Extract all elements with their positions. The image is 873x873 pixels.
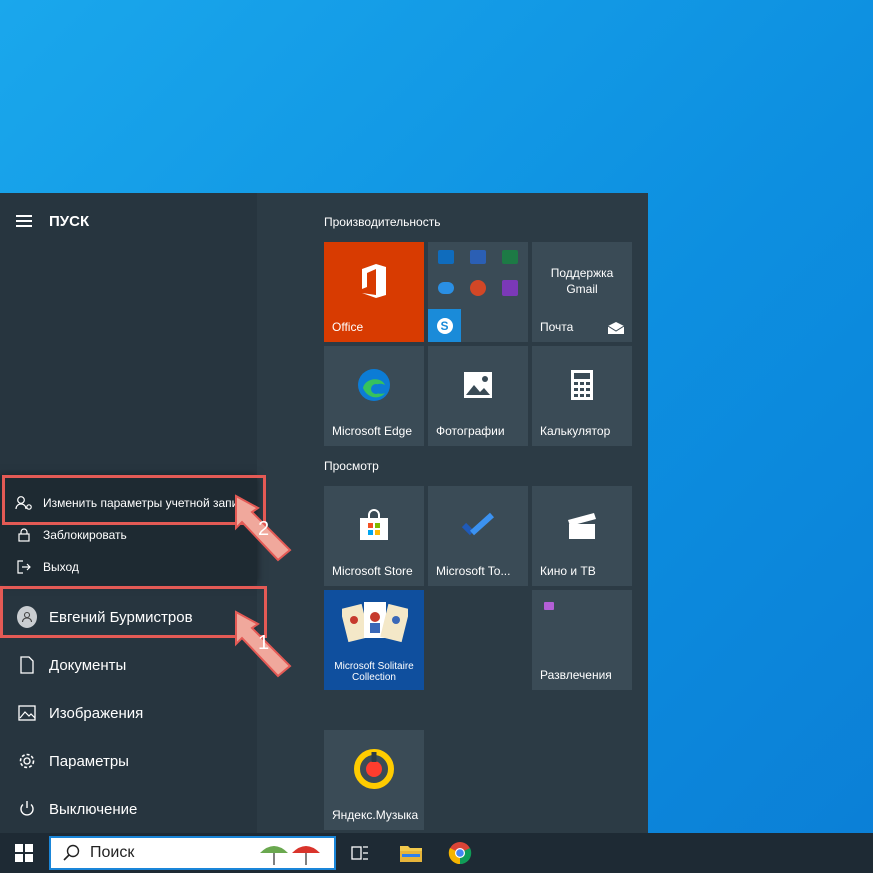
power-icon	[17, 800, 37, 818]
lock-label: Заблокировать	[43, 528, 127, 542]
search-icon	[63, 844, 80, 861]
tile-photos[interactable]: Фотографии	[428, 346, 528, 446]
nav-power[interactable]: Выключение	[0, 785, 257, 833]
photos-label: Фотографии	[436, 424, 505, 438]
umbrellas-icon	[260, 846, 320, 865]
onedrive-icon	[438, 282, 454, 294]
movies-label: Кино и ТВ	[540, 564, 596, 578]
mail-label: Почта	[540, 320, 574, 334]
settings-label: Параметры	[49, 752, 129, 770]
documents-label: Документы	[49, 656, 127, 674]
tile-office[interactable]: Office	[324, 242, 424, 342]
store-label: Microsoft Store	[332, 564, 413, 578]
calculator-label: Калькулятор	[540, 424, 611, 438]
powerpoint-icon	[470, 280, 486, 296]
tile-mail[interactable]: Поддержка Gmail Почта	[532, 242, 632, 342]
highlight-user-account	[0, 586, 267, 638]
outlook-icon	[438, 250, 454, 264]
gear-icon	[17, 752, 37, 770]
edge-label: Microsoft Edge	[332, 424, 413, 438]
sign-out-label: Выход	[43, 560, 79, 574]
tile-movies[interactable]: Кино и ТВ	[532, 486, 632, 586]
tile-yandex-music[interactable]: Яндекс.Музыка	[324, 730, 424, 830]
nav-pictures[interactable]: Изображения	[0, 689, 257, 737]
highlight-change-account	[2, 475, 266, 525]
sign-out-item[interactable]: Выход	[0, 551, 257, 583]
annotation-number-2: 2	[258, 518, 270, 540]
todo-check-icon	[428, 486, 528, 564]
search-placeholder: Поиск	[90, 844, 135, 861]
calculator-icon	[532, 346, 632, 424]
picture-icon	[17, 705, 37, 721]
power-label: Выключение	[49, 800, 138, 818]
tile-todo[interactable]: Microsoft To...	[428, 486, 528, 586]
start-title: ПУСК	[49, 213, 90, 230]
store-icon	[324, 486, 424, 564]
task-view-icon[interactable]	[351, 844, 369, 867]
file-explorer-icon[interactable]	[399, 843, 423, 868]
nav-settings[interactable]: Параметры	[0, 737, 257, 785]
photos-icon	[428, 346, 528, 424]
tile-store[interactable]: Microsoft Store	[324, 486, 424, 586]
group-explore-title: Просмотр	[324, 459, 379, 473]
windows-start-icon[interactable]	[15, 844, 33, 867]
lock-icon	[15, 528, 33, 542]
yandex-music-label: Яндекс.Музыка	[332, 808, 419, 822]
tile-calculator[interactable]: Калькулятор	[532, 346, 632, 446]
skype-icon: S	[428, 309, 461, 342]
tile-entertainment[interactable]: Развлечения	[532, 590, 632, 690]
entertainment-folder-icon	[544, 602, 554, 610]
word-icon	[470, 250, 486, 264]
tile-office-apps[interactable]: S	[428, 242, 528, 342]
envelope-icon	[608, 322, 624, 334]
group-productivity-title: Производительность	[324, 215, 441, 229]
taskbar-search-box[interactable]: Поиск	[49, 836, 336, 870]
excel-icon	[502, 250, 518, 264]
nav-documents[interactable]: Документы	[0, 641, 257, 689]
start-menu: ПУСК Изменить параметры учетной запис За…	[0, 193, 648, 833]
document-icon	[17, 656, 37, 674]
office-icon	[324, 242, 424, 320]
office-label: Office	[332, 320, 364, 334]
chrome-icon[interactable]	[448, 841, 472, 870]
annotation-number-1: 1	[258, 632, 270, 654]
edge-icon	[324, 346, 424, 424]
pictures-label: Изображения	[49, 704, 144, 722]
tile-edge[interactable]: Microsoft Edge	[324, 346, 424, 446]
onenote-icon	[502, 280, 518, 296]
entertainment-label: Развлечения	[540, 668, 612, 682]
sign-out-icon	[15, 560, 33, 574]
yandex-music-icon	[324, 730, 424, 808]
mail-subtitle: Поддержка Gmail	[550, 266, 614, 296]
clapperboard-icon	[532, 486, 632, 564]
office-apps-grid	[434, 250, 530, 296]
tile-solitaire[interactable]: Microsoft Solitaire Collection	[324, 590, 424, 690]
playing-cards-icon	[342, 602, 408, 643]
solitaire-label: Microsoft Solitaire Collection	[334, 661, 414, 683]
hamburger-menu-icon[interactable]	[16, 215, 32, 227]
todo-label: Microsoft To...	[436, 564, 511, 578]
